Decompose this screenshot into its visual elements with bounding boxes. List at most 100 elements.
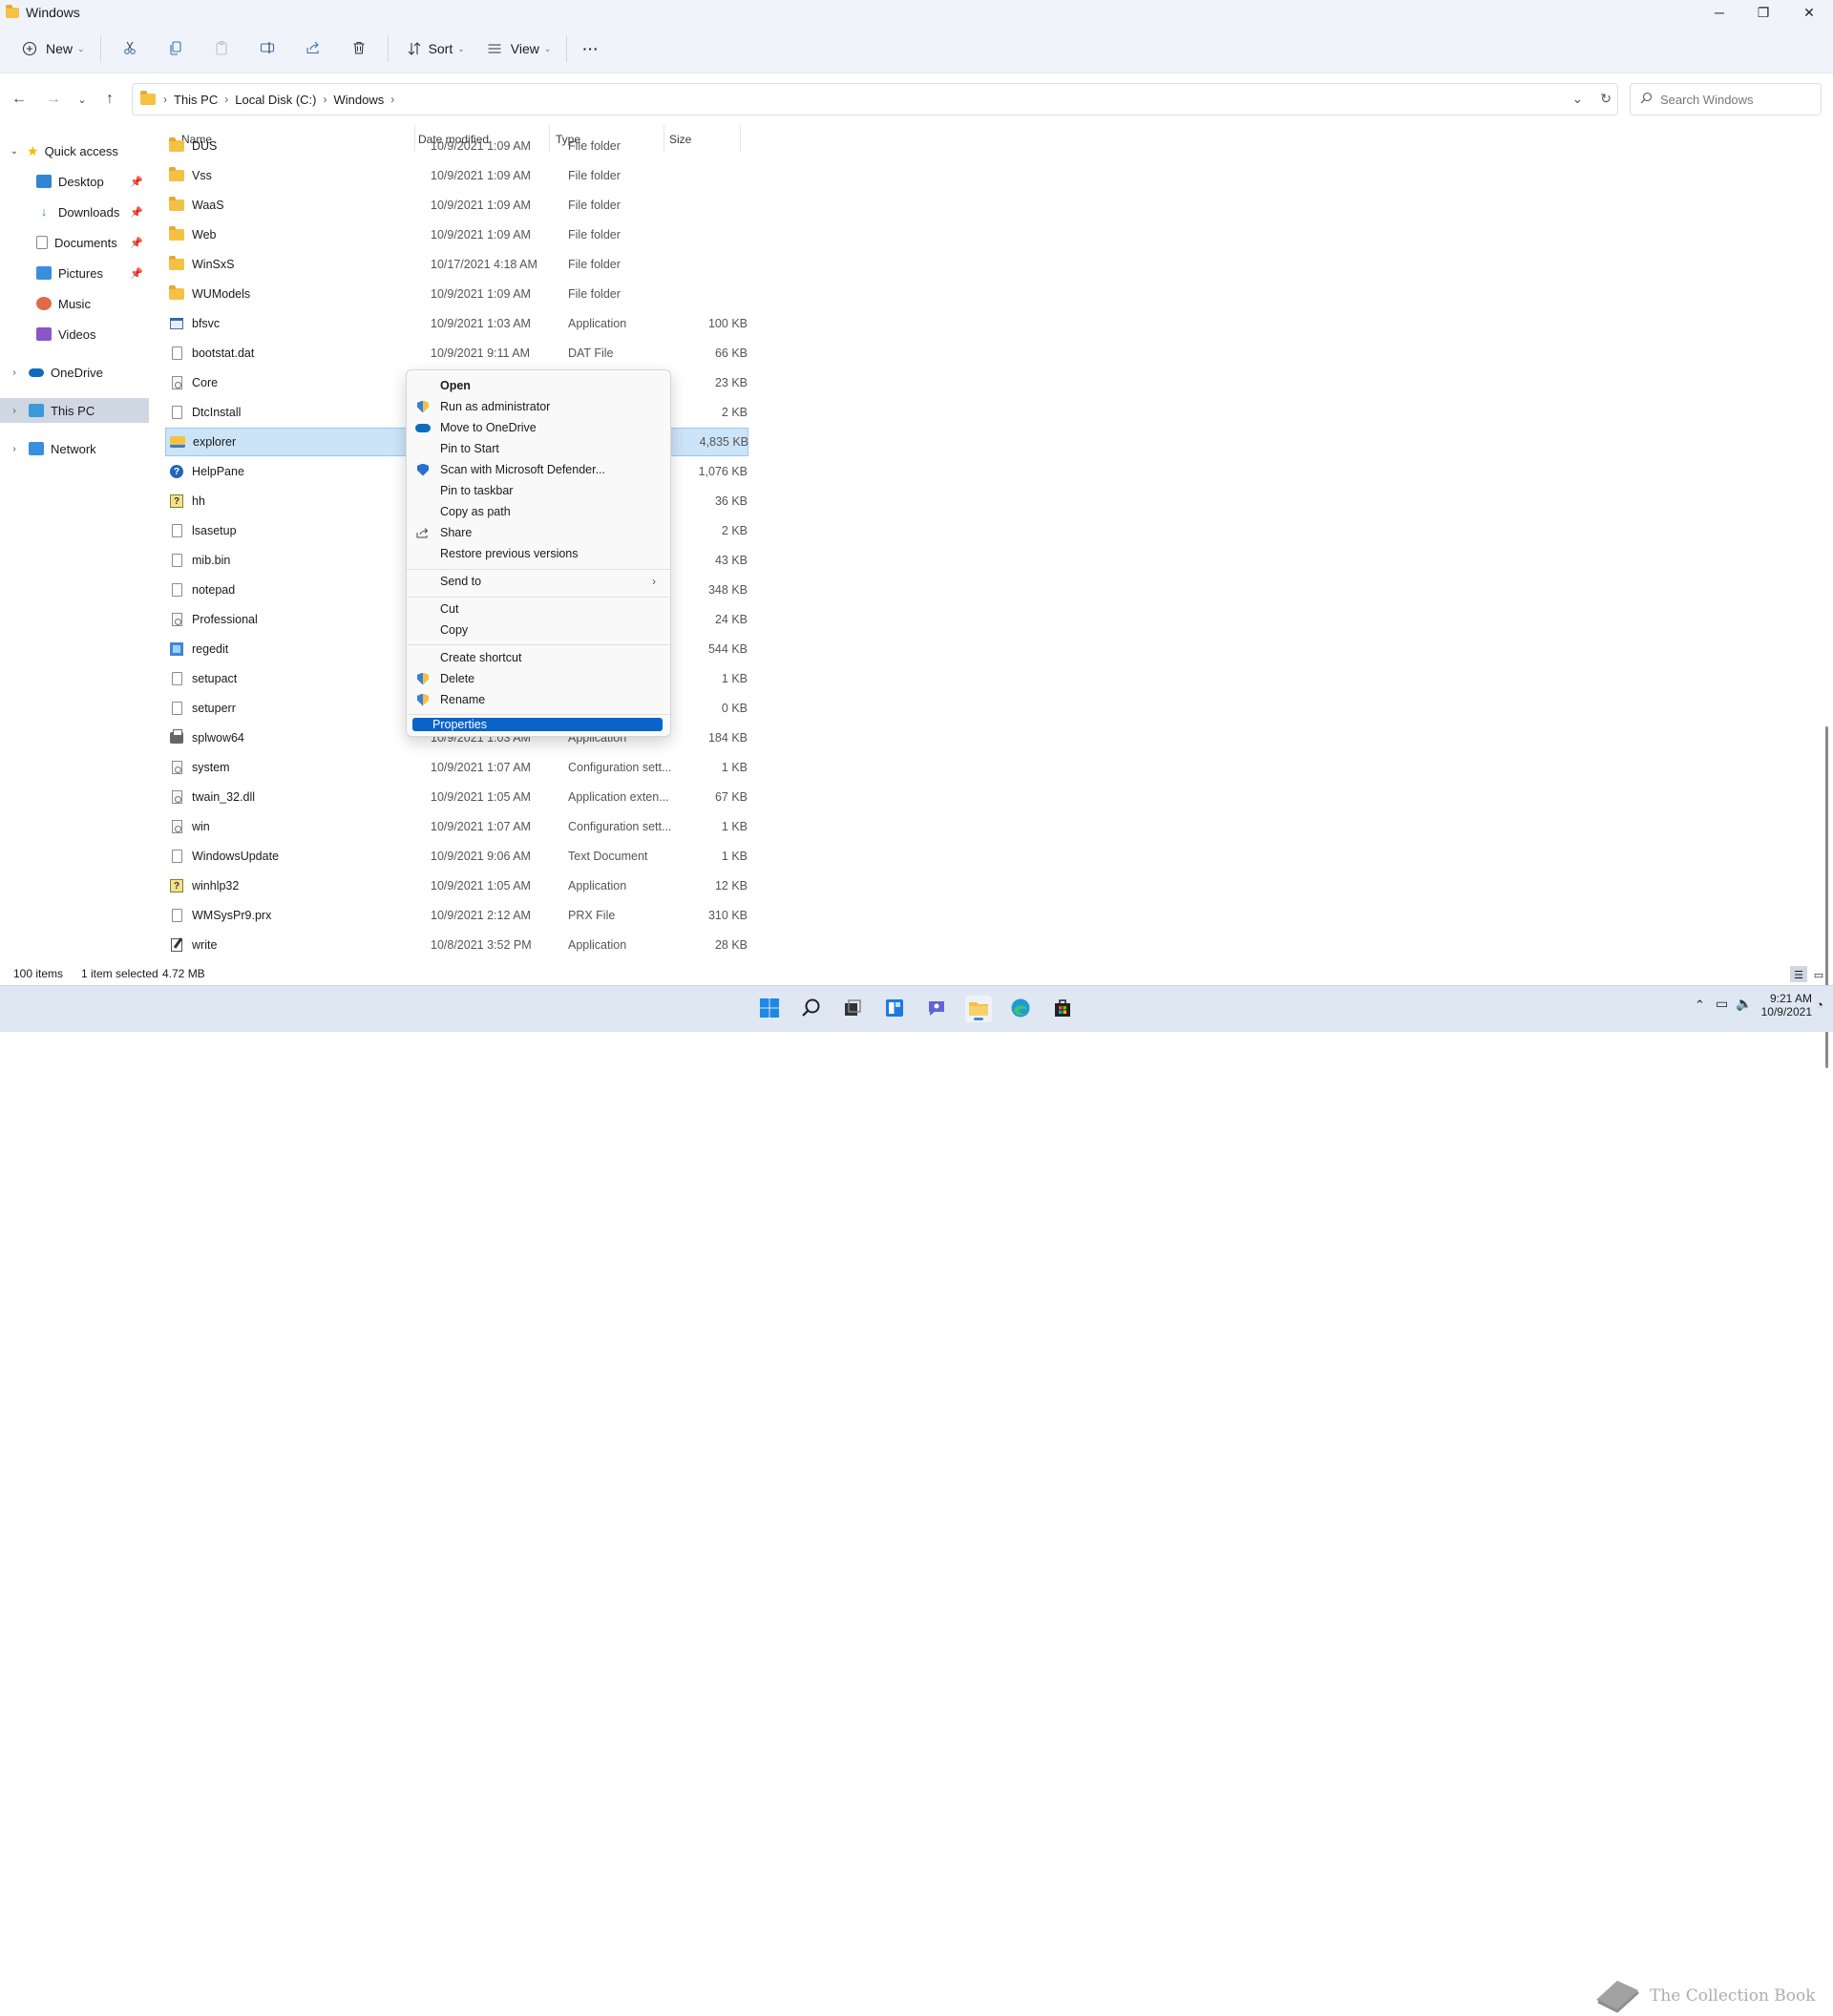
expand-chevron-icon[interactable]: ⌄ [8,146,21,157]
close-button[interactable]: ✕ [1785,0,1833,25]
nav-onedrive[interactable]: › OneDrive [0,360,149,385]
task-view-button[interactable] [839,996,866,1022]
table-row[interactable]: WUModels 10/9/2021 1:09 AM File folder [165,280,748,308]
nav-network[interactable]: › Network [0,436,149,461]
table-row[interactable]: win 10/9/2021 1:07 AM Configuration sett..… [165,812,748,841]
network-tray-icon[interactable]: ▭ [1716,996,1728,1012]
file-date: 10/9/2021 1:07 AM [431,761,531,774]
write-pen-icon [169,937,184,953]
table-row[interactable]: system 10/9/2021 1:07 AM Configuration set… [165,753,748,782]
details-view-button[interactable]: ☰ [1790,966,1807,982]
menu-item-properties[interactable]: Properties [412,718,663,731]
table-row[interactable]: bootstat.dat 10/9/2021 9:11 AM DAT File 66 … [165,339,748,368]
delete-button[interactable] [336,32,382,65]
table-row[interactable]: write 10/8/2021 3:52 PM Application 28 KB [165,931,748,959]
menu-item-open[interactable]: Open [411,375,662,396]
table-row[interactable]: WMSysPr9.prx 10/9/2021 2:12 AM PRX File 310… [165,901,748,930]
chevron-down-icon: ⌄ [457,43,465,53]
menu-item-send-to[interactable]: Send to › [411,571,662,592]
view-button[interactable]: View ⌄ [474,32,561,65]
breadcrumb-local-disk[interactable]: Local Disk (C:) [235,93,316,107]
table-row[interactable]: Vss 10/9/2021 1:09 AM File folder [165,161,748,190]
sort-icon [404,38,425,59]
expand-chevron-icon[interactable]: › [8,406,21,416]
paste-button[interactable] [199,32,244,65]
menu-item-run-as-admin[interactable]: Run as administrator [411,396,662,417]
start-button[interactable] [756,996,783,1022]
table-row[interactable]: WinSxS 10/17/2021 4:18 AM File folder [165,250,748,279]
store-button[interactable] [1049,996,1076,1022]
breadcrumb-this-pc[interactable]: This PC [174,93,218,107]
nav-item-downloads[interactable]: ↓ Downloads 📌 [0,200,149,224]
forward-button[interactable]: → [40,86,67,113]
sort-button[interactable]: Sort ⌄ [394,32,474,65]
chevron-down-icon: ⌄ [543,43,552,53]
menu-item-pin-start[interactable]: Pin to Start [411,438,662,459]
star-icon: ★ [27,142,39,158]
window-title: Windows [26,5,80,20]
nav-item-pictures[interactable]: Pictures 📌 [0,261,149,285]
tiles-view-button[interactable]: ▭ [1810,966,1827,982]
minimize-button[interactable]: ─ [1697,0,1741,25]
nav-item-documents[interactable]: Documents 📌 [0,230,149,255]
notification-icon[interactable]: ◔ [1816,998,1823,1012]
edge-button[interactable] [1007,996,1034,1022]
new-button[interactable]: New ⌄ [10,32,95,65]
menu-item-share[interactable]: Share [411,522,662,543]
restore-button[interactable]: ❐ [1741,0,1785,25]
nav-item-videos[interactable]: Videos [0,322,149,346]
see-more-button[interactable]: ··· [573,32,608,65]
nav-item-music[interactable]: Music [0,291,149,316]
menu-label: Open [440,379,471,392]
menu-item-move-onedrive[interactable]: Move to OneDrive [411,417,662,438]
menu-item-rename[interactable]: Rename [411,689,662,710]
menu-item-pin-taskbar[interactable]: Pin to taskbar [411,480,662,501]
tray-chevron-icon[interactable]: ⌃ [1695,998,1705,1013]
search-taskbar-button[interactable] [798,996,825,1022]
nav-this-pc[interactable]: › This PC [0,398,149,423]
menu-item-restore-versions[interactable]: Restore previous versions [411,543,662,564]
address-history-chevron-icon[interactable]: ⌄ [1572,91,1584,107]
menu-item-delete[interactable]: Delete [411,668,662,689]
menu-item-copy-path[interactable]: Copy as path [411,501,662,522]
arrow-up-icon: ↑ [106,91,114,107]
menu-item-scan-defender[interactable]: Scan with Microsoft Defender... [411,459,662,480]
table-row[interactable]: ? winhlp32 10/9/2021 1:05 AM Application 12 … [165,872,748,900]
breadcrumb-windows[interactable]: Windows [333,93,384,107]
address-bar[interactable]: › This PC › Local Disk (C:) › Windows › … [132,83,1618,116]
menu-item-copy[interactable]: Copy [411,620,662,640]
chat-button[interactable] [923,996,950,1022]
expand-chevron-icon[interactable]: › [8,444,21,454]
table-row[interactable]: WaaS 10/9/2021 1:09 AM File folder [165,191,748,220]
picture-icon [36,266,52,280]
file-explorer-taskbar-button[interactable] [965,996,992,1022]
file-name: Vss [192,169,212,182]
expand-chevron-icon[interactable]: › [8,368,21,378]
back-button[interactable]: ← [6,86,32,113]
recent-locations-button[interactable]: ⌄ [69,86,95,113]
network-icon [29,442,44,455]
menu-item-create-shortcut[interactable]: Create shortcut [411,647,662,668]
file-name: HelpPane [192,465,244,478]
table-row[interactable]: DUS 10/9/2021 1:09 AM File folder [165,132,748,160]
search-box[interactable]: Search Windows [1630,83,1822,116]
nav-quick-access[interactable]: ⌄ ★ Quick access [0,138,149,163]
search-input[interactable]: Search Windows [1660,93,1754,107]
table-row[interactable]: bfsvc 10/9/2021 1:03 AM Application 100 KB [165,309,748,338]
file-name: Core [192,376,219,389]
menu-item-cut[interactable]: Cut [411,598,662,620]
copy-button[interactable] [153,32,199,65]
table-row[interactable]: Web 10/9/2021 1:09 AM File folder [165,220,748,249]
rename-button[interactable] [244,32,290,65]
table-row[interactable]: twain_32.dll 10/9/2021 1:05 AM Application… [165,783,748,811]
share-button[interactable] [290,32,336,65]
clock[interactable]: 9:21 AM 10/9/2021 [1747,992,1812,1018]
refresh-icon[interactable]: ↻ [1600,91,1612,107]
up-button[interactable]: ↑ [96,86,123,113]
cut-button[interactable] [107,32,153,65]
nav-item-desktop[interactable]: Desktop 📌 [0,169,149,194]
table-row[interactable]: WindowsUpdate 10/9/2021 9:06 AM Text Docum… [165,842,748,871]
vertical-scrollbar[interactable] [1823,125,1831,1068]
widgets-button[interactable] [881,996,908,1022]
watermark: The Collection Book [1592,1975,1816,2016]
